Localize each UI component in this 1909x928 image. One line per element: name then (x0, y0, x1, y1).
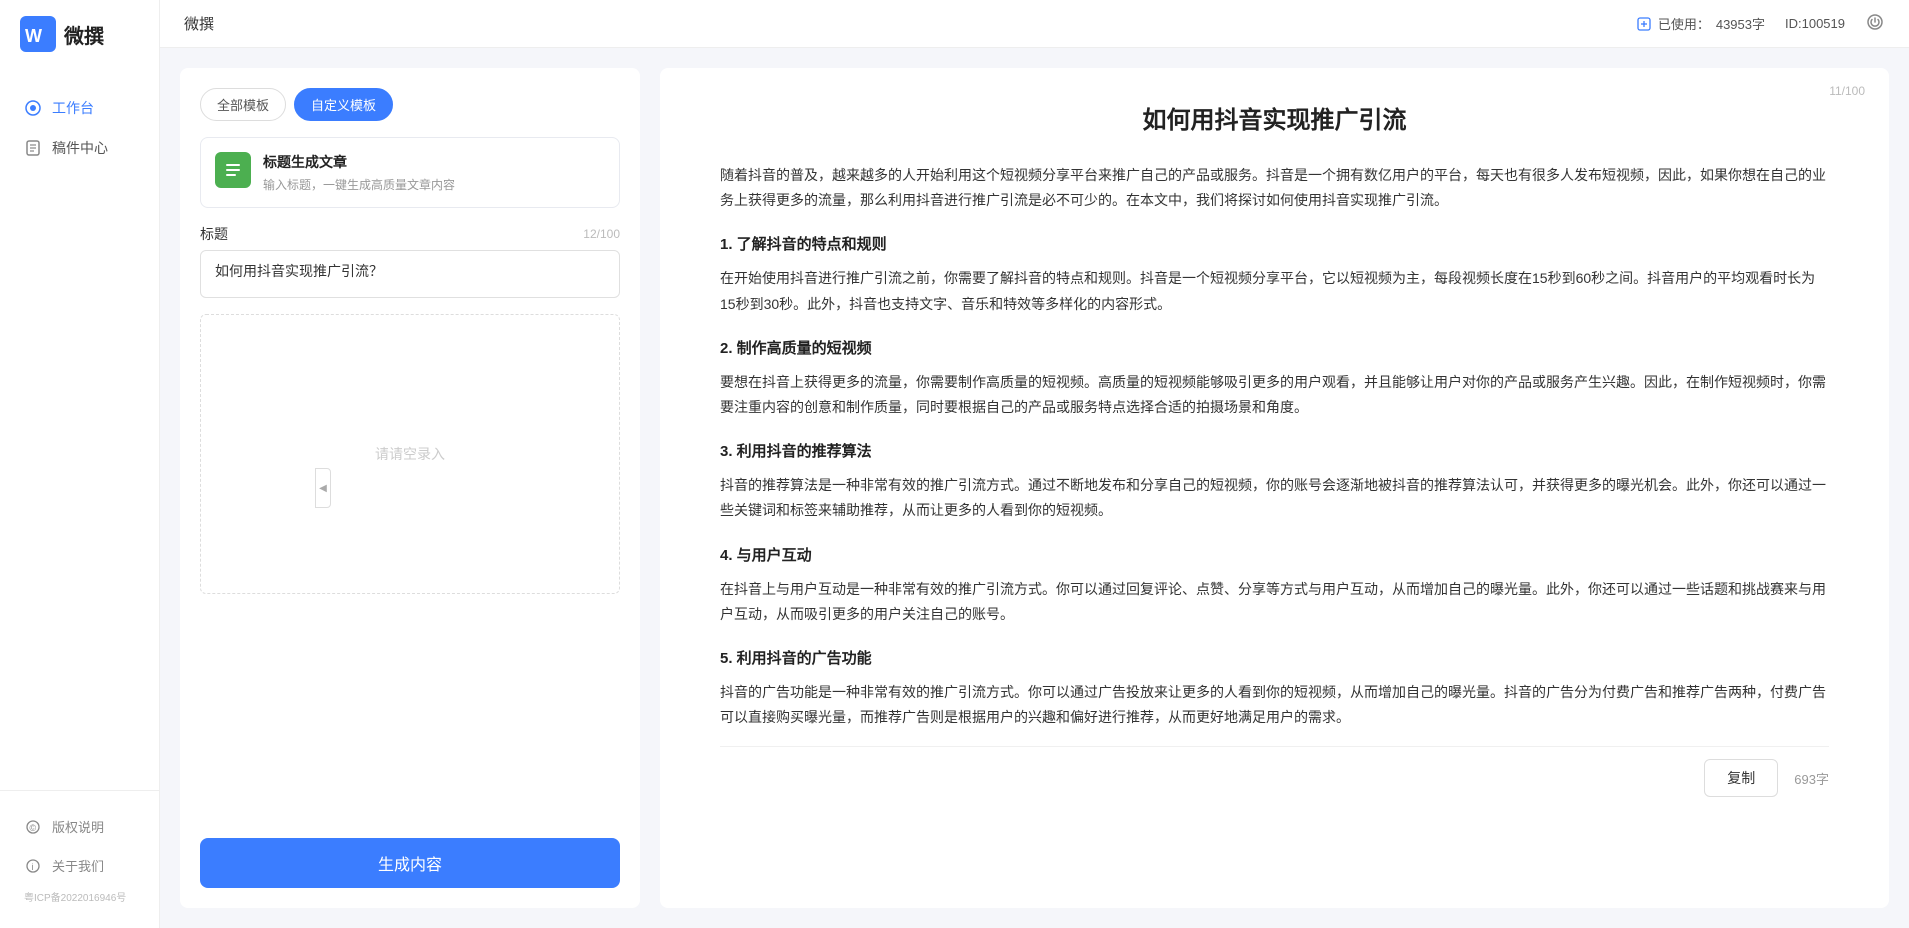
sidebar-item-workbench-label: 工作台 (52, 98, 94, 118)
svg-text:W: W (25, 26, 42, 46)
workbench-icon (24, 99, 42, 117)
doc-paragraph-10: 抖音的广告功能是一种非常有效的推广引流方式。你可以通过广告投放来让更多的人看到你… (720, 680, 1829, 730)
doc-heading-7: 4. 与用户互动 (720, 542, 1829, 569)
doc-paragraph-2: 在开始使用抖音进行推广引流之前，你需要了解抖音的特点和规则。抖音是一个短视频分享… (720, 266, 1829, 316)
logo-area: W 微撰 (0, 0, 159, 68)
word-count: 693字 (1794, 769, 1829, 788)
header-title: 微撰 (184, 13, 214, 34)
nav-section: 工作台 稿件中心 (0, 68, 159, 790)
content-area: ◀ 全部模板 自定义模板 标题生成文章 输入标题，一键生成高质量文章内容 (160, 48, 1909, 928)
page-count: 11/100 (1829, 84, 1865, 98)
logo-text: 微撰 (64, 20, 104, 49)
copyright-icon: © (24, 818, 42, 836)
tab-custom-templates[interactable]: 自定义模板 (294, 88, 393, 121)
sidebar: W 微撰 工作台 稿件中心 (0, 0, 160, 928)
usage-count: 43953字 (1716, 14, 1765, 33)
sidebar-item-drafts[interactable]: 稿件中心 (0, 128, 159, 168)
doc-title: 如何用抖音实现推广引流 (720, 100, 1829, 135)
usage-label: 已使用： (1658, 14, 1710, 33)
template-card[interactable]: 标题生成文章 输入标题，一键生成高质量文章内容 (200, 137, 620, 208)
bottom-nav: © 版权说明 i 关于我们 粤ICP备2022016946号 (0, 790, 159, 928)
copy-button[interactable]: 复制 (1704, 759, 1778, 797)
doc-paragraph-4: 要想在抖音上获得更多的流量，你需要制作高质量的短视频。高质量的短视频能够吸引更多… (720, 370, 1829, 420)
user-id: ID:100519 (1785, 16, 1845, 31)
sidebar-item-workbench[interactable]: 工作台 (0, 88, 159, 128)
doc-content: 随着抖音的普及，越来越多的人开始利用这个短视频分享平台来推广自己的产品或服务。抖… (720, 163, 1829, 730)
doc-heading-1: 1. 了解抖音的特点和规则 (720, 231, 1829, 258)
title-label-row: 标题 12/100 (200, 224, 620, 244)
doc-paragraph-8: 在抖音上与用户互动是一种非常有效的推广引流方式。你可以通过回复评论、点赞、分享等… (720, 577, 1829, 627)
header-right: 已使用： 43953字 ID:100519 (1636, 12, 1885, 35)
doc-heading-9: 5. 利用抖音的广告功能 (720, 645, 1829, 672)
doc-paragraph-0: 随着抖音的普及，越来越多的人开始利用这个短视频分享平台来推广自己的产品或服务。抖… (720, 163, 1829, 213)
copyright-label: 版权说明 (52, 817, 104, 836)
left-panel: 全部模板 自定义模板 标题生成文章 输入标题，一键生成高质量文章内容 (180, 68, 640, 908)
template-card-info: 标题生成文章 输入标题，一键生成高质量文章内容 (263, 152, 605, 193)
generate-button[interactable]: 生成内容 (200, 838, 620, 888)
usage-icon (1636, 16, 1652, 32)
template-card-desc: 输入标题，一键生成高质量文章内容 (263, 176, 605, 193)
title-label: 标题 (200, 224, 228, 244)
template-card-title: 标题生成文章 (263, 152, 605, 172)
doc-paragraph-6: 抖音的推荐算法是一种非常有效的推广引流方式。通过不断地发布和分享自己的短视频，你… (720, 473, 1829, 523)
keyword-section: 请请空录入 (200, 314, 620, 594)
svg-text:i: i (32, 862, 34, 872)
drafts-icon (24, 139, 42, 157)
svg-text:©: © (30, 823, 37, 833)
top-header: 微撰 已使用： 43953字 ID:100519 (160, 0, 1909, 48)
template-card-icon (215, 152, 251, 188)
usage-info: 已使用： 43953字 (1636, 14, 1765, 33)
logo-icon: W (20, 16, 56, 52)
title-input[interactable]: 如何用抖音实现推广引流？ (200, 250, 620, 298)
sidebar-item-copyright[interactable]: © 版权说明 (0, 807, 159, 846)
collapse-toggle[interactable]: ◀ (315, 468, 331, 508)
keyword-input[interactable]: 请请空录入 (200, 314, 620, 594)
right-bottom-bar: 复制 693字 (720, 746, 1829, 797)
about-icon: i (24, 857, 42, 875)
template-tabs: 全部模板 自定义模板 (200, 88, 620, 121)
sidebar-item-about[interactable]: i 关于我们 (0, 846, 159, 885)
doc-heading-5: 3. 利用抖音的推荐算法 (720, 438, 1829, 465)
power-icon[interactable] (1865, 12, 1885, 35)
title-section: 标题 12/100 如何用抖音实现推广引流？ (200, 224, 620, 298)
about-label: 关于我们 (52, 856, 104, 875)
doc-heading-3: 2. 制作高质量的短视频 (720, 335, 1829, 362)
sidebar-item-drafts-label: 稿件中心 (52, 138, 108, 158)
main-area: 微撰 已使用： 43953字 ID:100519 (160, 0, 1909, 928)
title-char-count: 12/100 (583, 227, 620, 241)
icp-text: 粤ICP备2022016946号 (0, 885, 159, 912)
tab-all-templates[interactable]: 全部模板 (200, 88, 286, 121)
right-panel: 11/100 如何用抖音实现推广引流 随着抖音的普及，越来越多的人开始利用这个短… (660, 68, 1889, 908)
